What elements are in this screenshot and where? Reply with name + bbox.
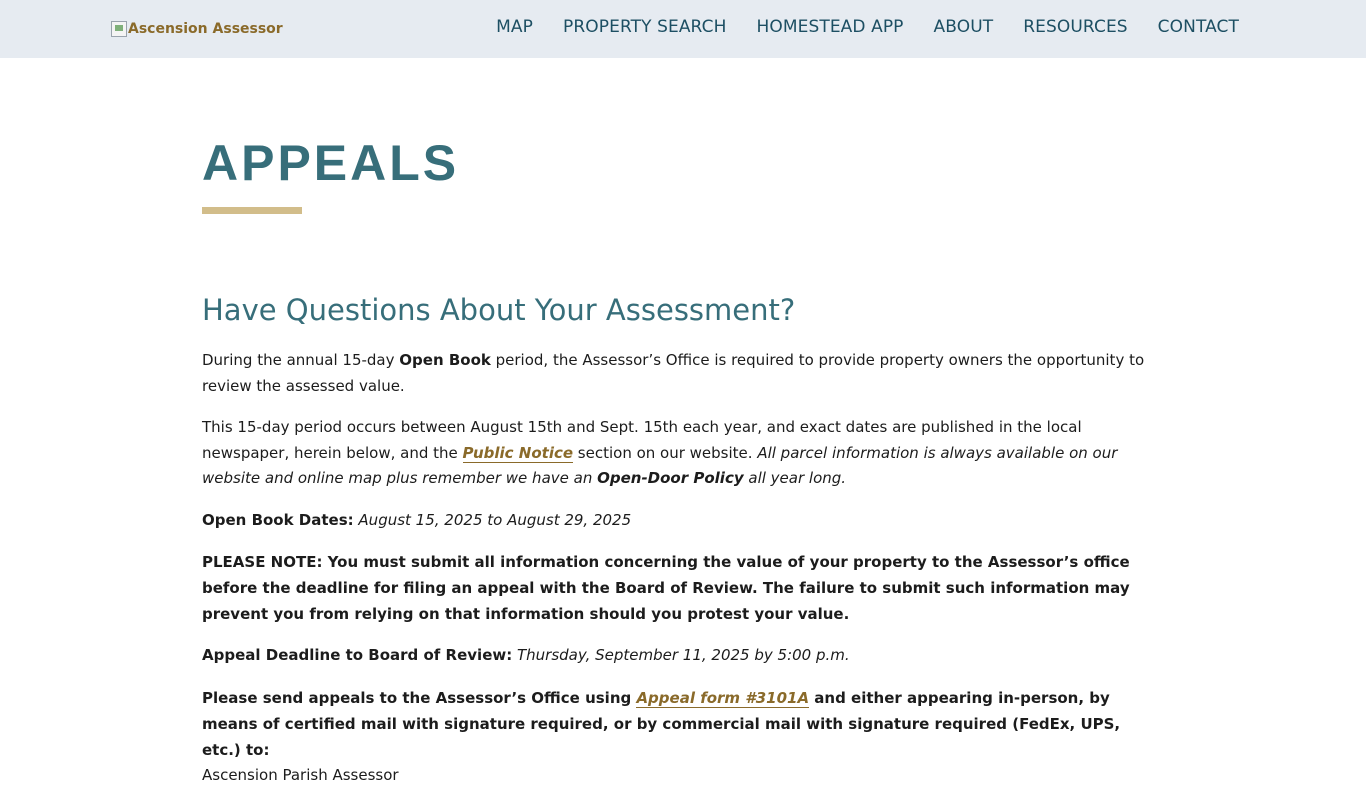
text-run: section on our website. [573,443,758,462]
nav-resources[interactable]: RESOURCES [1023,17,1127,37]
text-run: During the annual 15-day [202,351,400,369]
logo-alt-text: Ascension Assessor [128,21,283,37]
broken-image-icon [111,21,127,37]
nav-homestead-app[interactable]: HOMESTEAD APP [756,17,903,37]
appeal-deadline-label: Appeal Deadline to Board of Review: [202,646,513,664]
open-book-dates: Open Book Dates: August 15, 2025 to Augu… [202,508,1164,534]
section-heading: Have Questions About Your Assessment? [202,293,796,327]
please-note-paragraph: PLEASE NOTE: You must submit all informa… [202,553,1130,623]
open-door-policy-emphasis: Open-Door Policy [597,469,744,487]
appeal-deadline-value: Thursday, September 11, 2025 by 5:00 p.m… [512,646,850,664]
nav-about[interactable]: ABOUT [934,17,994,37]
nav-contact[interactable]: CONTACT [1158,17,1239,37]
page-title: APPEALS [202,135,460,191]
site-logo[interactable]: Ascension Assessor [111,18,283,40]
appeals-body: During the annual 15-day Open Book perio… [202,348,1164,804]
top-navigation-bar: Ascension Assessor MAP PROPERTY SEARCH H… [0,0,1366,58]
address-line: Ascension Parish Assessor [202,765,399,784]
italic-text-run: all year long. [743,469,847,487]
send-appeals-paragraph: Please send appeals to the Assessor’s Of… [202,685,1164,763]
period-paragraph: This 15-day period occurs between August… [202,415,1164,492]
title-accent-rule [202,207,302,214]
main-nav: MAP PROPERTY SEARCH HOMESTEAD APP ABOUT … [496,17,1239,37]
appeal-deadline: Appeal Deadline to Board of Review: Thur… [202,643,1164,669]
nav-map[interactable]: MAP [496,17,533,37]
nav-property-search[interactable]: PROPERTY SEARCH [563,17,726,37]
open-book-dates-label: Open Book Dates: [202,510,354,529]
open-book-dates-value: August 15, 2025 to August 29, 2025 [353,510,632,529]
text-run: Please send appeals to the Assessor’s Of… [202,688,637,707]
public-notice-link[interactable]: Public Notice [462,443,574,463]
appeal-form-link[interactable]: Appeal form #3101A [636,688,810,708]
open-book-intro-paragraph: During the annual 15-day Open Book perio… [202,348,1164,399]
open-book-emphasis: Open Book [399,351,491,369]
